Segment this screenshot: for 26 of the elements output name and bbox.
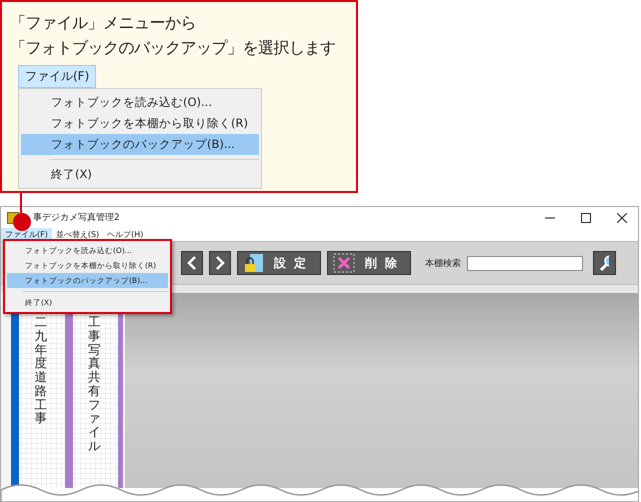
search-label: 本棚検索	[425, 258, 461, 270]
book-title: 工事写真共有ファイル	[88, 315, 100, 452]
delete-button[interactable]: 削除	[327, 251, 411, 275]
settings-button[interactable]: 設定	[237, 251, 321, 275]
lock-icon	[244, 253, 264, 273]
menu-item[interactable]: 終了(X)	[21, 164, 259, 185]
maximize-icon	[581, 212, 591, 222]
menu-item[interactable]: フォトブックを本棚から取り除く(R)	[21, 113, 259, 134]
next-button[interactable]	[209, 251, 231, 275]
book-title: 二九年度道路工事	[34, 315, 47, 425]
close-icon	[617, 212, 627, 222]
search-field[interactable]	[467, 256, 583, 270]
search-button[interactable]	[593, 251, 616, 275]
menu-bar-item[interactable]: ヘルプ(H)	[103, 228, 148, 241]
menu-item[interactable]: フォトブックを読み込む(O)...	[21, 92, 259, 113]
menu-title: ファイル(F)	[18, 65, 96, 88]
instruction-text: 「ファイル」メニューから	[10, 12, 197, 34]
menu-item[interactable]: フォトブックのバックアップ(B)...	[21, 134, 259, 155]
search-icon	[600, 255, 609, 271]
chevron-right-icon	[215, 256, 225, 270]
window-title: 事デジカメ写真管理2	[32, 212, 121, 224]
menu-bar-item[interactable]: 並べ替え(S)	[52, 228, 104, 241]
chevron-left-icon	[187, 256, 197, 270]
instruction-text: 「フォトブックのバックアップ」を選択します	[10, 37, 336, 59]
delete-icon	[333, 253, 355, 273]
previous-button[interactable]	[181, 251, 203, 275]
